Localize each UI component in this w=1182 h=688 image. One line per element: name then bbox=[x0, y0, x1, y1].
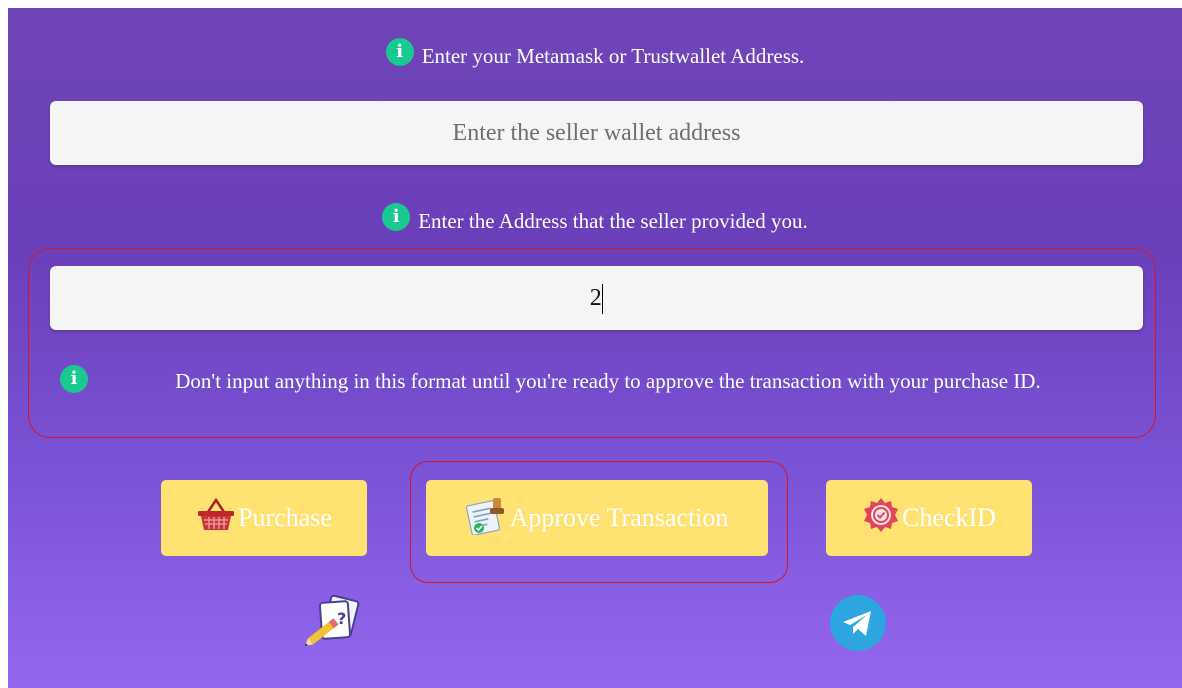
basket-icon bbox=[196, 497, 236, 539]
info-seller-address: i Enter the Address that the seller provi… bbox=[8, 203, 1182, 234]
info-icon: i bbox=[385, 38, 414, 66]
provided-address-value: 2 bbox=[589, 285, 602, 311]
telegram-icon[interactable] bbox=[829, 594, 887, 652]
checkid-button-label: CheckID bbox=[902, 503, 996, 532]
text-caret bbox=[601, 284, 604, 315]
approve-transaction-button[interactable]: Approve Transaction bbox=[426, 480, 768, 556]
purchase-button[interactable]: Purchase bbox=[161, 480, 367, 556]
info-icon: i bbox=[60, 365, 88, 393]
purchase-button-label: Purchase bbox=[238, 503, 332, 532]
info-icon: i bbox=[382, 203, 411, 231]
info-wallet-address: i Enter your Metamask or Trustwallet Addr… bbox=[8, 38, 1182, 69]
approve-button-label: Approve Transaction bbox=[509, 503, 729, 532]
document-stamp-icon bbox=[465, 495, 508, 542]
svg-text:?: ? bbox=[337, 609, 346, 628]
seller-wallet-address-input[interactable] bbox=[50, 101, 1143, 165]
info-text-seller: Enter the Address that the seller provid… bbox=[418, 209, 808, 233]
badge-icon bbox=[862, 496, 900, 541]
provided-address-input[interactable]: 2 bbox=[50, 266, 1143, 330]
info-text-notice: Don't input anything in this format unti… bbox=[175, 369, 1041, 393]
info-text-wallet: Enter your Metamask or Trustwallet Addre… bbox=[421, 44, 805, 68]
pencil-paper-icon[interactable]: ? bbox=[304, 594, 367, 647]
info-notice: i Don't input anything in this format unt… bbox=[60, 365, 1148, 395]
main-panel: i Enter your Metamask or Trustwallet Addr… bbox=[8, 8, 1182, 688]
checkid-button[interactable]: CheckID bbox=[826, 480, 1032, 556]
